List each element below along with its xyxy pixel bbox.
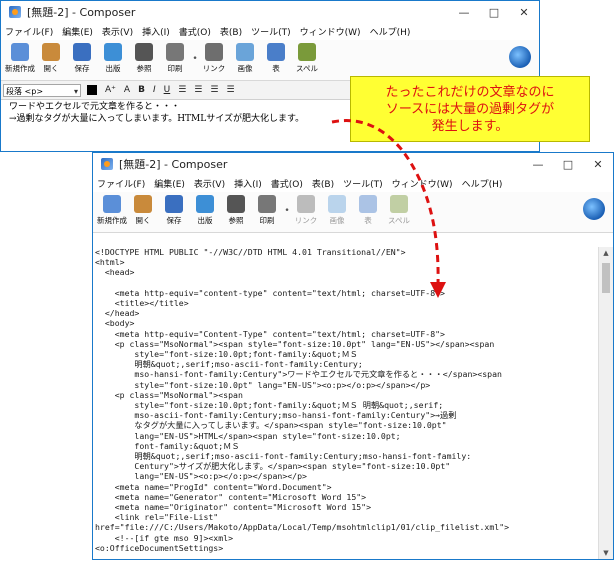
red-dashed-arrow-icon <box>331 119 446 298</box>
